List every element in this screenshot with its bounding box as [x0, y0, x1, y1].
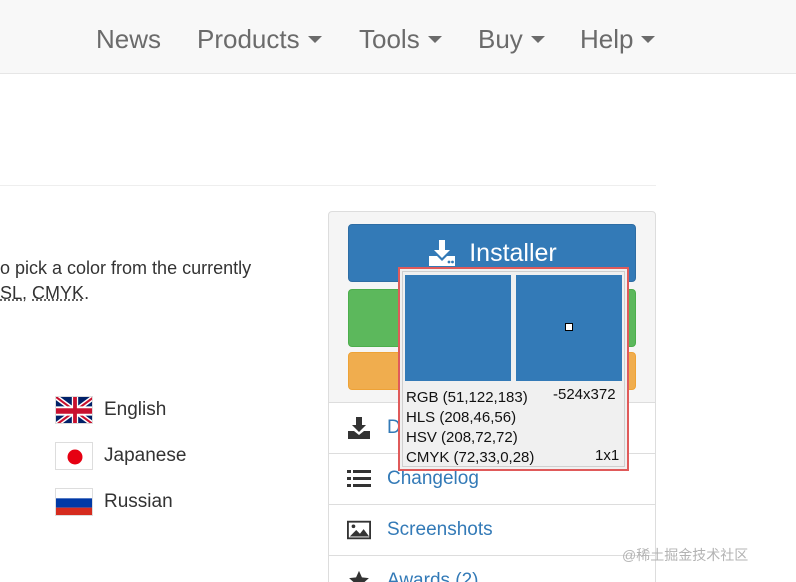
language-english-label: English [104, 399, 167, 420]
magnifier-preview [516, 275, 622, 381]
abbr-cmyk: CMYK [32, 283, 85, 303]
list-item-changelog-label: Changelog [387, 468, 479, 489]
list-item-screenshots-label: Screenshots [387, 519, 493, 540]
image-icon [347, 518, 371, 542]
download-icon [429, 240, 456, 266]
cursor-position: -524x372 [553, 386, 616, 403]
abbr-hsl: SL [0, 283, 23, 303]
description-line-2: SL, CMYK. [0, 283, 89, 304]
nav-news[interactable]: News [96, 22, 161, 56]
uk-flag-icon [55, 396, 93, 424]
abbr-separator: , [22, 283, 33, 303]
hsv-value: HSV (208,72,72) [406, 429, 518, 446]
nav-tools[interactable]: Tools [359, 22, 442, 56]
russia-flag-icon [55, 488, 93, 516]
list-item-screenshots[interactable]: Screenshots [329, 504, 655, 555]
zoom-level: 1x1 [595, 447, 620, 464]
language-russian[interactable]: Russian [55, 487, 173, 517]
language-japanese-label: Japanese [104, 445, 187, 466]
nav-products-label: Products [197, 24, 300, 54]
nav-help-label: Help [580, 24, 634, 54]
rgb-value: RGB (51,122,183) [406, 389, 528, 406]
download-icon [347, 416, 371, 440]
description-line-1: o pick a color from the currently [0, 258, 252, 278]
star-icon [347, 569, 371, 582]
language-english[interactable]: English [55, 395, 166, 425]
caret-down-icon [641, 36, 656, 44]
nav-help[interactable]: Help [580, 22, 656, 56]
crosshair-icon [565, 323, 573, 331]
language-japanese[interactable]: Japanese [55, 441, 186, 471]
nav-buy[interactable]: Buy [478, 22, 545, 56]
top-navbar: News Products Tools Buy Help [0, 0, 796, 74]
japan-flag-icon [55, 442, 93, 470]
nav-buy-label: Buy [478, 24, 523, 54]
color-picker-overlay: RGB (51,122,183) -524x372 HLS (208,46,56… [398, 267, 629, 471]
hls-value: HLS (208,46,56) [406, 409, 517, 426]
nav-tools-label: Tools [359, 24, 420, 54]
caret-down-icon [530, 36, 545, 44]
list-item-awards[interactable]: Awards (2) [329, 555, 655, 582]
nav-news-label: News [96, 24, 162, 54]
nav-products[interactable]: Products [197, 22, 322, 56]
divider [0, 185, 656, 186]
watermark: @稀土掘金技术社区 [622, 547, 749, 563]
sentence-end: . [84, 283, 90, 303]
installer-label: Installer [469, 238, 557, 267]
caret-down-icon [307, 36, 322, 44]
caret-down-icon [427, 36, 442, 44]
list-icon [347, 467, 371, 491]
cmyk-value: CMYK (72,33,0,28) [406, 449, 535, 466]
list-item-awards-label: Awards (2) [387, 570, 479, 582]
color-swatch [405, 275, 511, 381]
language-russian-label: Russian [104, 491, 173, 512]
